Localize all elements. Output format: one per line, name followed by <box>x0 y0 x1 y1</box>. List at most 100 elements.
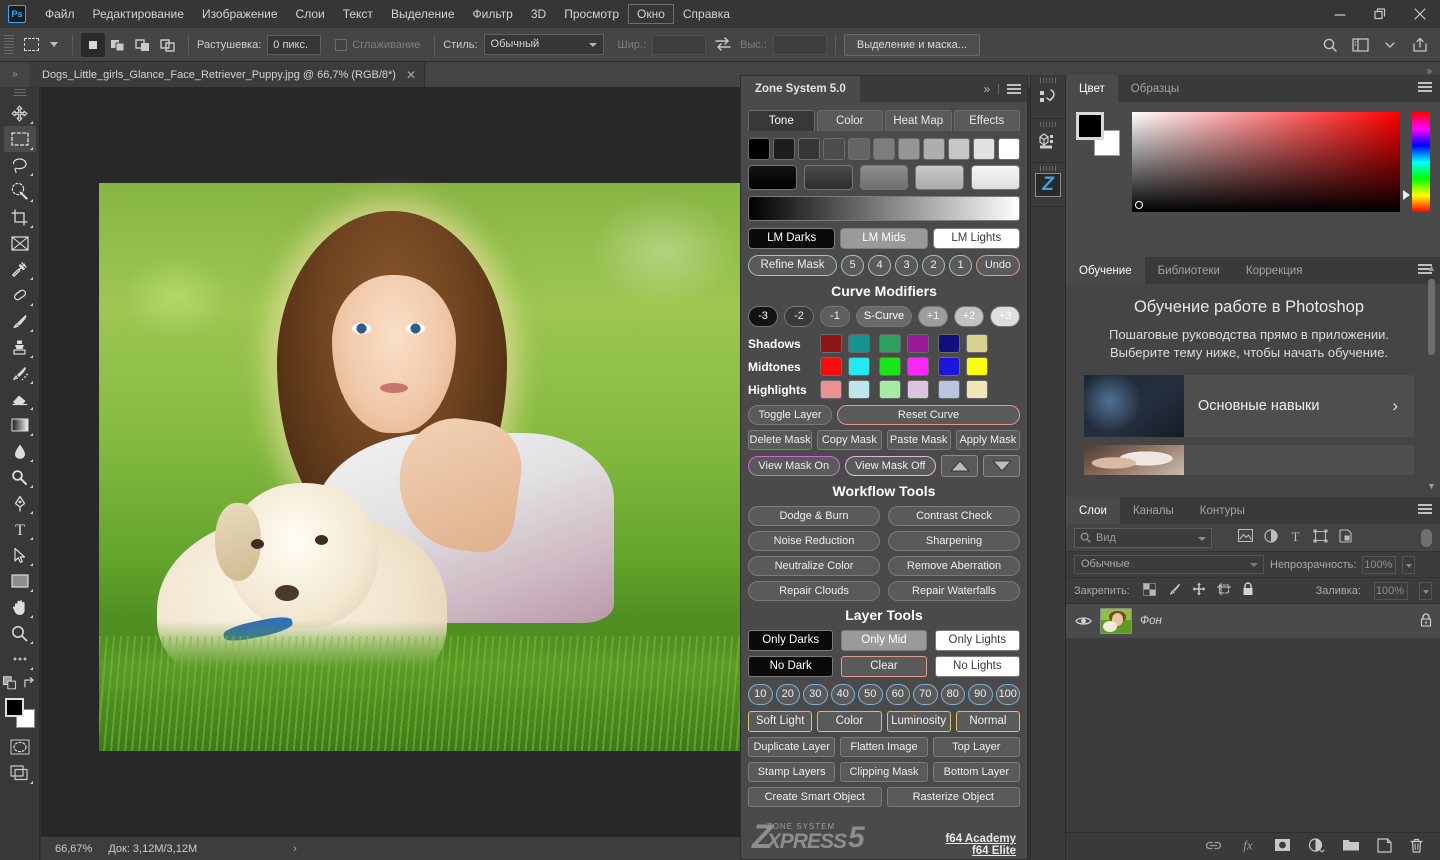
search-icon[interactable] <box>1316 32 1344 58</box>
path-selection-tool[interactable] <box>4 542 36 568</box>
lasso-tool[interactable] <box>4 152 36 178</box>
lock-all-icon[interactable] <box>1242 582 1254 599</box>
shadows-color-0[interactable] <box>820 334 842 353</box>
tab-adjustments[interactable]: Коррекция <box>1233 257 1316 284</box>
menu-3d[interactable]: 3D <box>522 3 555 25</box>
chevron-up-icon[interactable]: ▲ <box>1426 263 1437 273</box>
rectangle-tool[interactable] <box>4 568 36 594</box>
duplicate-layer-button[interactable]: Duplicate Layer <box>748 737 836 757</box>
only-mid-button[interactable]: Only Mid <box>841 630 927 651</box>
lock-position-icon[interactable] <box>1192 582 1206 599</box>
only-lights-button[interactable]: Only Lights <box>934 630 1020 651</box>
percent-30-button[interactable]: 30 <box>803 684 828 705</box>
midtones-color-4[interactable] <box>938 357 960 376</box>
zone-system-dock-button[interactable]: Z <box>1031 163 1065 207</box>
soft-light-button[interactable]: Soft Light <box>748 711 813 732</box>
clipping-mask-button[interactable]: Clipping Mask <box>840 762 928 782</box>
new-selection-icon[interactable] <box>81 32 105 57</box>
close-icon[interactable] <box>1400 0 1440 28</box>
percent-50-button[interactable]: 50 <box>858 684 883 705</box>
layer-fx-icon[interactable]: fx <box>1239 838 1257 855</box>
lock-image-icon[interactable] <box>1167 582 1181 599</box>
height-input[interactable] <box>772 34 827 55</box>
history-dock-button[interactable] <box>1031 75 1065 119</box>
refine-5-button[interactable]: 5 <box>841 255 864 276</box>
document-tab[interactable]: Dogs_Little_girls_Glance_Face_Retriever_… <box>30 62 426 87</box>
zoom-level[interactable]: 66,67% <box>41 843 102 855</box>
view-mask-off-button[interactable]: View Mask Off <box>844 456 936 476</box>
type-filter-icon[interactable]: T <box>1289 529 1302 546</box>
scrollbar-thumb[interactable] <box>1428 279 1435 355</box>
panel-menu-icon[interactable] <box>1418 504 1432 515</box>
percent-40-button[interactable]: 40 <box>830 684 855 705</box>
tone-group-0[interactable] <box>748 165 797 190</box>
zone-system-title[interactable]: Zone System 5.0 <box>741 76 860 102</box>
apply-mask-button[interactable]: Apply Mask <box>955 430 1020 450</box>
tab-color[interactable]: Цвет <box>1066 75 1118 102</box>
f64-elite-link[interactable]: f64 Elite <box>945 845 1016 857</box>
highlights-color-2[interactable] <box>879 380 901 399</box>
dodge-and-burn-button[interactable]: Dodge & Burn <box>748 506 880 526</box>
pen-tool[interactable] <box>4 490 36 516</box>
tone-swatch-8[interactable] <box>948 138 970 160</box>
copy-mask-button[interactable]: Copy Mask <box>817 430 882 450</box>
tone-swatch-1[interactable] <box>773 138 795 160</box>
stamp-layers-button[interactable]: Stamp Layers <box>748 762 836 782</box>
curve-minus1-button[interactable]: -1 <box>820 306 850 327</box>
delete-layer-icon[interactable] <box>1409 838 1424 856</box>
tone-swatch-9[interactable] <box>973 138 995 160</box>
restore-icon[interactable] <box>1360 0 1400 28</box>
tab-effects[interactable]: Effects <box>953 110 1020 131</box>
dodge-tool[interactable] <box>4 464 36 490</box>
undo-button[interactable]: Undo <box>976 255 1020 276</box>
layer-name[interactable]: Фон <box>1140 615 1412 627</box>
frame-tool[interactable] <box>4 230 36 256</box>
options-bar-grip[interactable] <box>4 34 14 55</box>
tab-heat-map[interactable]: Heat Map <box>885 110 952 131</box>
luminosity-button[interactable]: Luminosity <box>886 711 951 732</box>
zoom-tool[interactable] <box>4 620 36 646</box>
select-and-mask-button[interactable]: Выделение и маска... <box>843 33 980 56</box>
layer-thumbnail[interactable] <box>1100 608 1132 634</box>
layer-filter-select[interactable]: Вид <box>1074 527 1212 548</box>
midtones-color-2[interactable] <box>879 357 901 376</box>
tab-paths[interactable]: Контуры <box>1187 497 1258 524</box>
tool-preset-picker[interactable] <box>18 34 44 56</box>
only-darks-button[interactable]: Only Darks <box>748 630 834 651</box>
highlights-color-5[interactable] <box>966 380 988 399</box>
tone-swatch-7[interactable] <box>923 138 945 160</box>
swap-dimensions-icon[interactable] <box>714 36 732 54</box>
menu-image[interactable]: Изображение <box>193 3 287 25</box>
flatten-image-button[interactable]: Flatten Image <box>840 737 928 757</box>
highlights-color-3[interactable] <box>907 380 929 399</box>
highlights-color-4[interactable] <box>938 380 960 399</box>
edit-toolbar-button[interactable] <box>4 646 36 672</box>
new-layer-icon[interactable] <box>1377 837 1392 856</box>
tone-swatch-5[interactable] <box>873 138 895 160</box>
menu-filter[interactable]: Фильтр <box>464 3 522 25</box>
smart-object-filter-icon[interactable] <box>1339 529 1352 546</box>
remove-aberration-button[interactable]: Remove Aberration <box>888 556 1020 576</box>
arrow-down-icon[interactable] <box>983 455 1020 477</box>
lm-lights-button[interactable]: LM Lights <box>932 228 1020 249</box>
refine-1-button[interactable]: 1 <box>949 255 972 276</box>
reset-curve-button[interactable]: Reset Curve <box>837 405 1020 425</box>
tone-swatch-6[interactable] <box>898 138 920 160</box>
antialias-checkbox[interactable] <box>335 38 348 51</box>
minimize-icon[interactable] <box>1320 0 1360 28</box>
table-row[interactable]: Фон <box>1066 604 1440 638</box>
f64-academy-link[interactable]: f64 Academy <box>945 833 1016 845</box>
lm-mids-button[interactable]: LM Mids <box>840 228 928 249</box>
midtones-color-3[interactable] <box>907 357 929 376</box>
tone-group-2[interactable] <box>859 165 909 190</box>
noise-reduction-button[interactable]: Noise Reduction <box>748 531 880 551</box>
share-icon[interactable] <box>1406 32 1434 58</box>
quick-selection-tool[interactable] <box>4 178 36 204</box>
expand-icon[interactable]: » <box>983 82 990 96</box>
subtract-from-selection-icon[interactable] <box>131 32 155 57</box>
shadows-color-1[interactable] <box>848 334 870 353</box>
bottom-layer-button[interactable]: Bottom Layer <box>932 762 1020 782</box>
refine-4-button[interactable]: 4 <box>868 255 891 276</box>
lm-darks-button[interactable]: LM Darks <box>748 228 836 249</box>
feather-input[interactable]: 0 пикс. <box>267 34 322 55</box>
